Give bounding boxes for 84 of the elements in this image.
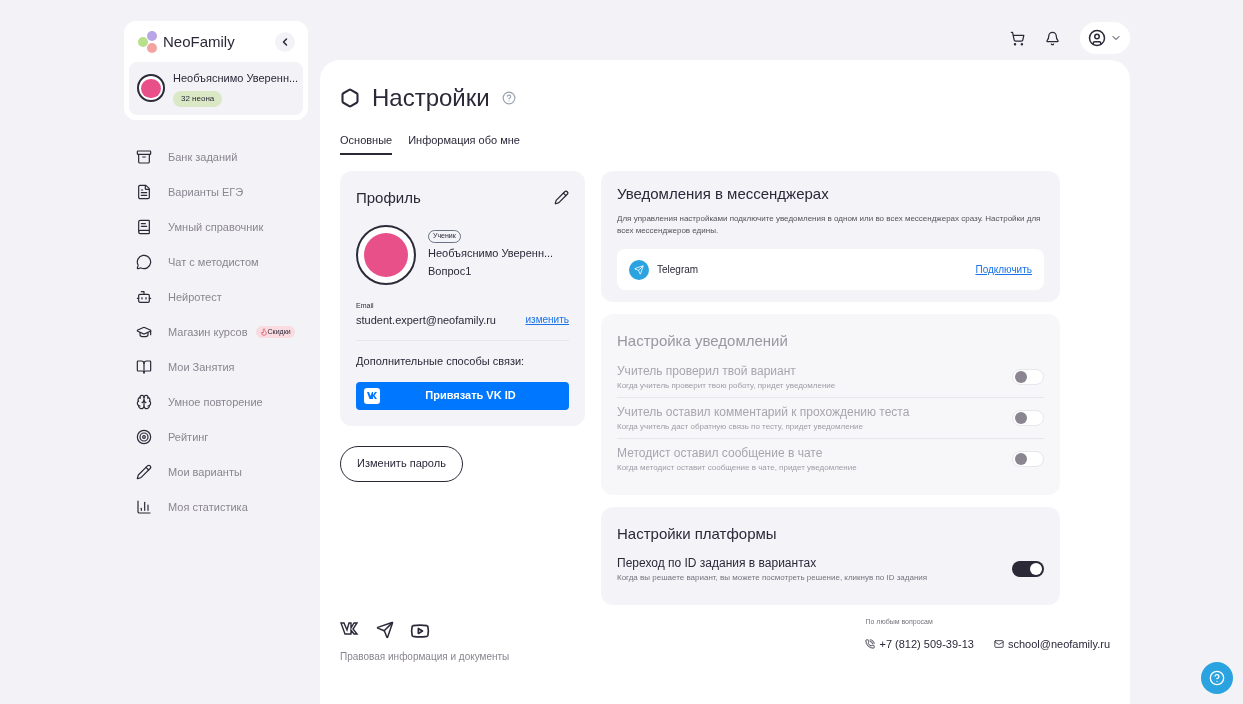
pencil-icon [136,464,152,480]
nav-label: Банк заданий [168,149,238,165]
nav-label: Умный справочник [168,219,264,235]
nav-item[interactable]: Чат с методистом [136,244,308,280]
nav-label: Магазин курсов [168,324,248,340]
vk-icon [364,387,380,404]
target-icon [136,429,152,445]
profile-nickname: Вопрос1 [428,264,473,280]
contact-email[interactable]: school@neofamily.ru [1007,635,1110,652]
avatar [356,225,416,285]
book-icon [136,219,152,235]
tab[interactable]: Информация обо мне [408,132,520,155]
contact-methods-label: Дополнительные способы связи: [356,354,526,369]
tab[interactable]: Основные [340,132,393,155]
nav-label: Мои Занятия [168,359,235,375]
setting-title: Методист оставил сообщение в чате [617,444,824,462]
toggle-switch[interactable] [1012,561,1044,577]
nav-item[interactable]: Нейротест [136,279,308,315]
messenger-name: Telegram [657,263,699,277]
nav-label: Моя статистика [168,499,248,515]
bell-icon[interactable] [1045,30,1060,46]
setting-hint: Когда методист оставит сообщение в чате, придет уведомление [617,461,857,474]
nav-item[interactable]: Варианты ЕГЭ [136,174,308,210]
card-title: Профиль [356,187,421,208]
help-icon [1209,670,1225,686]
nav-label: Нейротест [168,289,222,305]
robot-icon [136,289,152,305]
profile-name: Необъяснимо Уверенн... [428,245,554,261]
archive-icon [136,149,152,165]
collapse-button[interactable] [275,32,295,52]
legal-link[interactable]: Правовая информация и документы [340,649,510,664]
page-title: Настройки [372,83,490,113]
help-chat-button[interactable] [1201,662,1233,694]
card-title: Настройка уведомлений [617,331,789,351]
phone-number[interactable]: +7 (812) 509-39-13 [879,635,974,652]
user-card[interactable]: Необъяснимо Уверенн... 32 неона [129,62,303,115]
email-value: student.expert@neofamily.ru [356,312,496,328]
cart-icon[interactable] [1010,30,1025,46]
setting-hint: Когда учитель проверит твою роботу, придет уведомление [617,379,836,392]
nav-label: Рейтинг [168,429,209,445]
card-title: Уведомления в мессенджерах [617,183,830,204]
setting-title: Учитель проверил твой вариант [617,362,797,380]
video-icon[interactable] [410,621,430,641]
nav-label: Мои варианты [168,464,242,480]
setting-hint: Когда вы решаете вариант, вы можете посмотреть решение, кликнув по ID задания [617,572,928,584]
change-email-link[interactable]: изменить [525,312,569,328]
help-icon[interactable] [501,91,516,105]
vk-icon[interactable] [340,621,360,635]
setting-hint: Когда учитель даст обратную связь по тесту, придет уведомление [617,420,864,433]
nav-item[interactable]: Мои Занятия [136,349,308,385]
graduation-cap-icon [136,324,152,340]
balance-badge: 32 неона [173,90,223,107]
nav-item[interactable]: Умное повторение [136,384,308,420]
logo-icon [137,30,159,54]
nav-item[interactable]: Мои варианты [136,454,308,490]
nav-label: Умное повторение [168,394,263,410]
avatar [137,74,165,103]
telegram-icon [629,259,649,280]
nav-item[interactable]: Моя статистика [136,489,308,525]
document-icon [136,184,152,200]
settings-icon [340,88,360,108]
setting-title: Учитель оставил комментарий к прохождению теста [617,403,910,421]
profile-menu-button[interactable] [1080,22,1130,54]
bar-chart-icon [136,499,152,515]
telegram-icon[interactable] [376,621,394,639]
connect-link[interactable]: Подключить [975,262,1032,277]
card-description: Для управления настройками подключите уведомления в одном или во всех мессенджерах сразу. Настройки для всех мессенджеров едины. [617,213,1042,237]
nav-item[interactable]: Рейтинг [136,419,308,455]
user-name: Необъяснимо Уверенн... [173,71,295,86]
nav-label: Чат с методистом [168,254,259,270]
user-icon [1088,29,1106,47]
chat-icon [136,254,152,270]
nav-item[interactable]: Умный справочник [136,209,308,245]
vk-id-button[interactable]: Привязать VK ID [356,381,569,410]
nav-label: Варианты ЕГЭ [168,184,244,200]
nav-item[interactable]: Банк заданий [136,139,308,175]
edit-icon[interactable] [554,190,569,206]
brain-icon [136,394,152,410]
card-title: Настройки платформы [617,523,778,544]
phone-icon [865,638,876,649]
open-book-icon [136,359,152,375]
brand-name: NeoFamily [163,31,235,52]
mail-icon [993,638,1004,649]
setting-title: Переход по ID задания в вариантах [617,555,818,572]
